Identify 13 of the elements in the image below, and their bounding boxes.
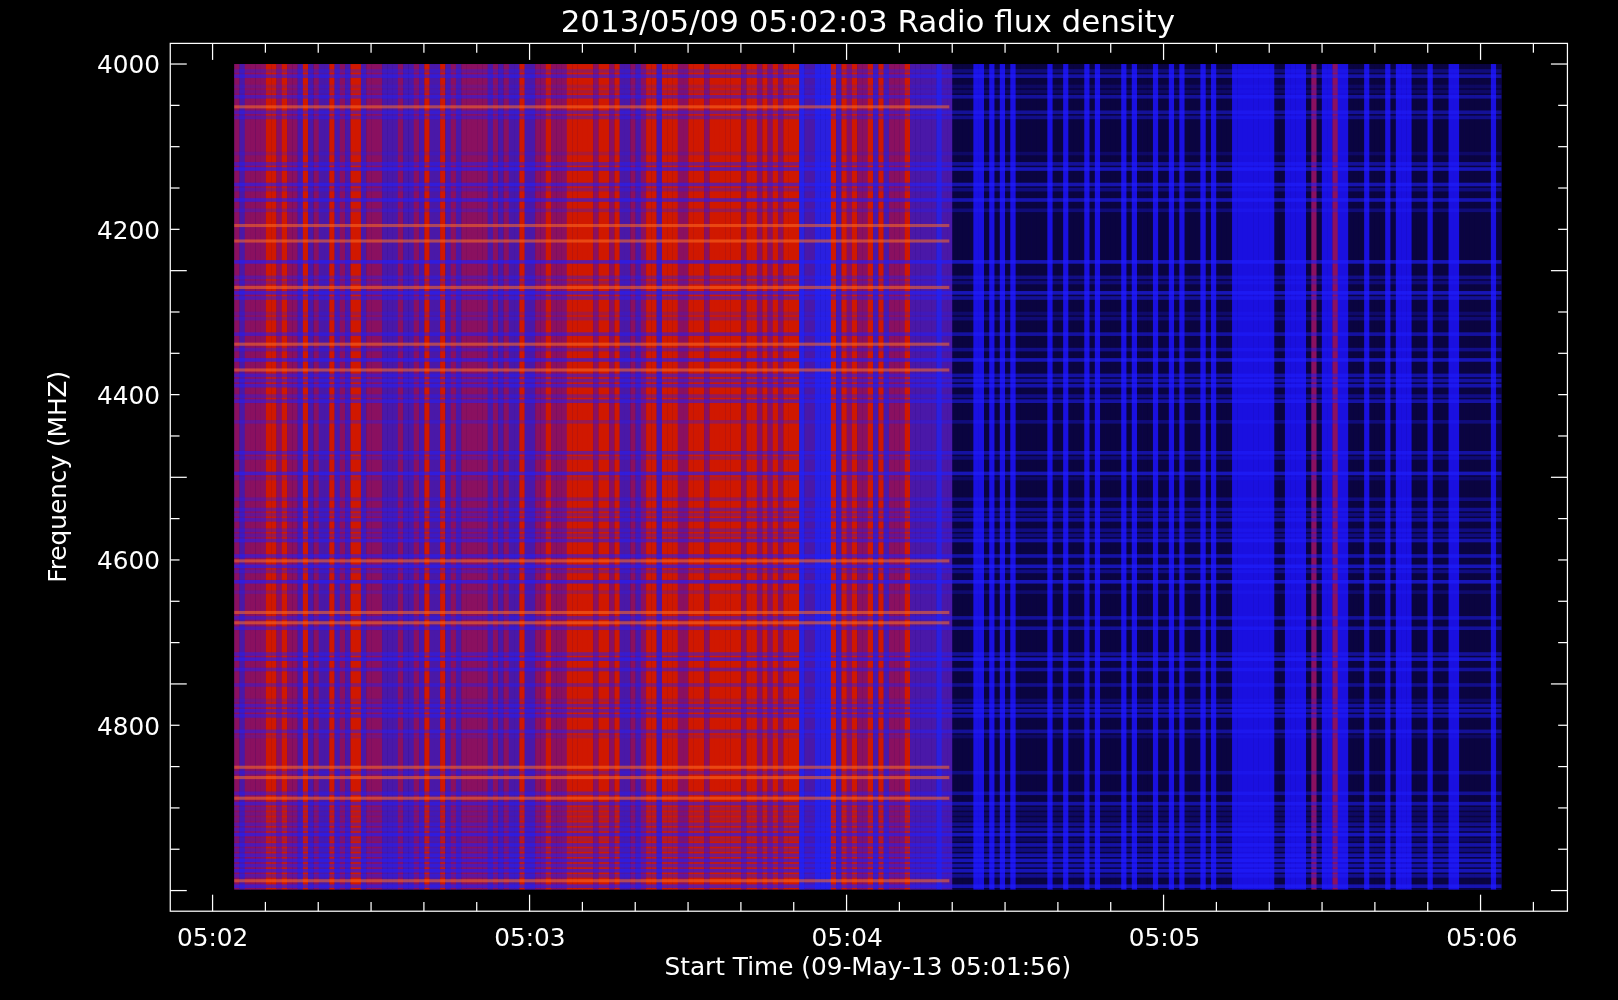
x-tick-label: 05:04 bbox=[811, 923, 883, 953]
y-tick-label: 4000 bbox=[96, 50, 160, 80]
y-tick-label: 4400 bbox=[96, 380, 160, 410]
x-tick-label: 05:05 bbox=[1128, 923, 1201, 953]
x-tick-label: 05:02 bbox=[176, 923, 249, 953]
y-tick-label: 4800 bbox=[96, 711, 160, 741]
x-tick-label: 05:03 bbox=[494, 923, 566, 953]
x-tick-label: 05:06 bbox=[1446, 923, 1518, 953]
chart-title: 2013/05/09 05:02:03 Radio flux density bbox=[560, 3, 1175, 40]
x-axis-title: Start Time (09-May-13 05:01:56) bbox=[664, 952, 1072, 982]
y-tick-label: 4600 bbox=[96, 546, 160, 576]
y-axis-title: Frequency (MHZ) bbox=[43, 370, 73, 583]
y-tick-label: 4200 bbox=[96, 215, 160, 245]
